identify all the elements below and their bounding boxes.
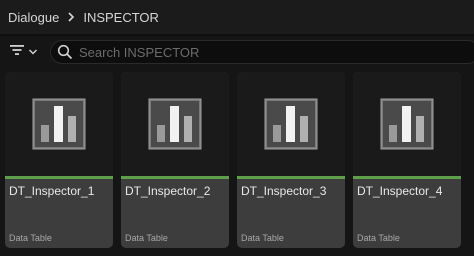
asset-thumbnail (237, 72, 345, 176)
asset-type-label: Data Table (9, 233, 52, 243)
breadcrumb-item-dialogue[interactable]: Dialogue (8, 10, 59, 25)
asset-tile[interactable]: DT_Inspector_3 Data Table (237, 72, 345, 248)
asset-grid: DT_Inspector_1 Data Table DT_Inspector_2… (0, 68, 474, 256)
toolbar (0, 36, 474, 68)
asset-name: DT_Inspector_2 (125, 184, 211, 198)
chevron-right-icon (59, 9, 83, 25)
asset-type-strip (121, 176, 229, 179)
data-table-icon (264, 98, 318, 150)
asset-name: DT_Inspector_1 (9, 184, 95, 198)
asset-type-label: Data Table (241, 233, 284, 243)
asset-type-strip (5, 176, 113, 179)
content-browser: Dialogue INSPECTOR Search INSPECTOR DT_I… (0, 0, 474, 256)
data-table-icon (32, 98, 86, 150)
asset-type-label: Data Table (357, 233, 400, 243)
data-table-icon (148, 98, 202, 150)
filter-dropdown-button[interactable] (6, 41, 44, 63)
breadcrumb-item-inspector[interactable]: INSPECTOR (83, 10, 159, 25)
asset-tile[interactable]: DT_Inspector_4 Data Table (353, 72, 461, 248)
asset-thumbnail (121, 72, 229, 176)
asset-thumbnail (353, 72, 461, 176)
chevron-down-icon (28, 43, 38, 61)
asset-type-strip (237, 176, 345, 179)
asset-type-label: Data Table (125, 233, 168, 243)
search-input[interactable] (73, 41, 474, 63)
data-table-icon (380, 98, 434, 150)
search-field (50, 40, 474, 64)
asset-thumbnail (5, 72, 113, 176)
asset-type-strip (353, 176, 461, 179)
search-icon (57, 44, 73, 60)
asset-name: DT_Inspector_3 (241, 184, 327, 198)
asset-tile[interactable]: DT_Inspector_1 Data Table (5, 72, 113, 248)
asset-tile[interactable]: DT_Inspector_2 Data Table (121, 72, 229, 248)
filter-icon (9, 43, 25, 62)
asset-name: DT_Inspector_4 (357, 184, 443, 198)
breadcrumb: Dialogue INSPECTOR (0, 0, 474, 34)
